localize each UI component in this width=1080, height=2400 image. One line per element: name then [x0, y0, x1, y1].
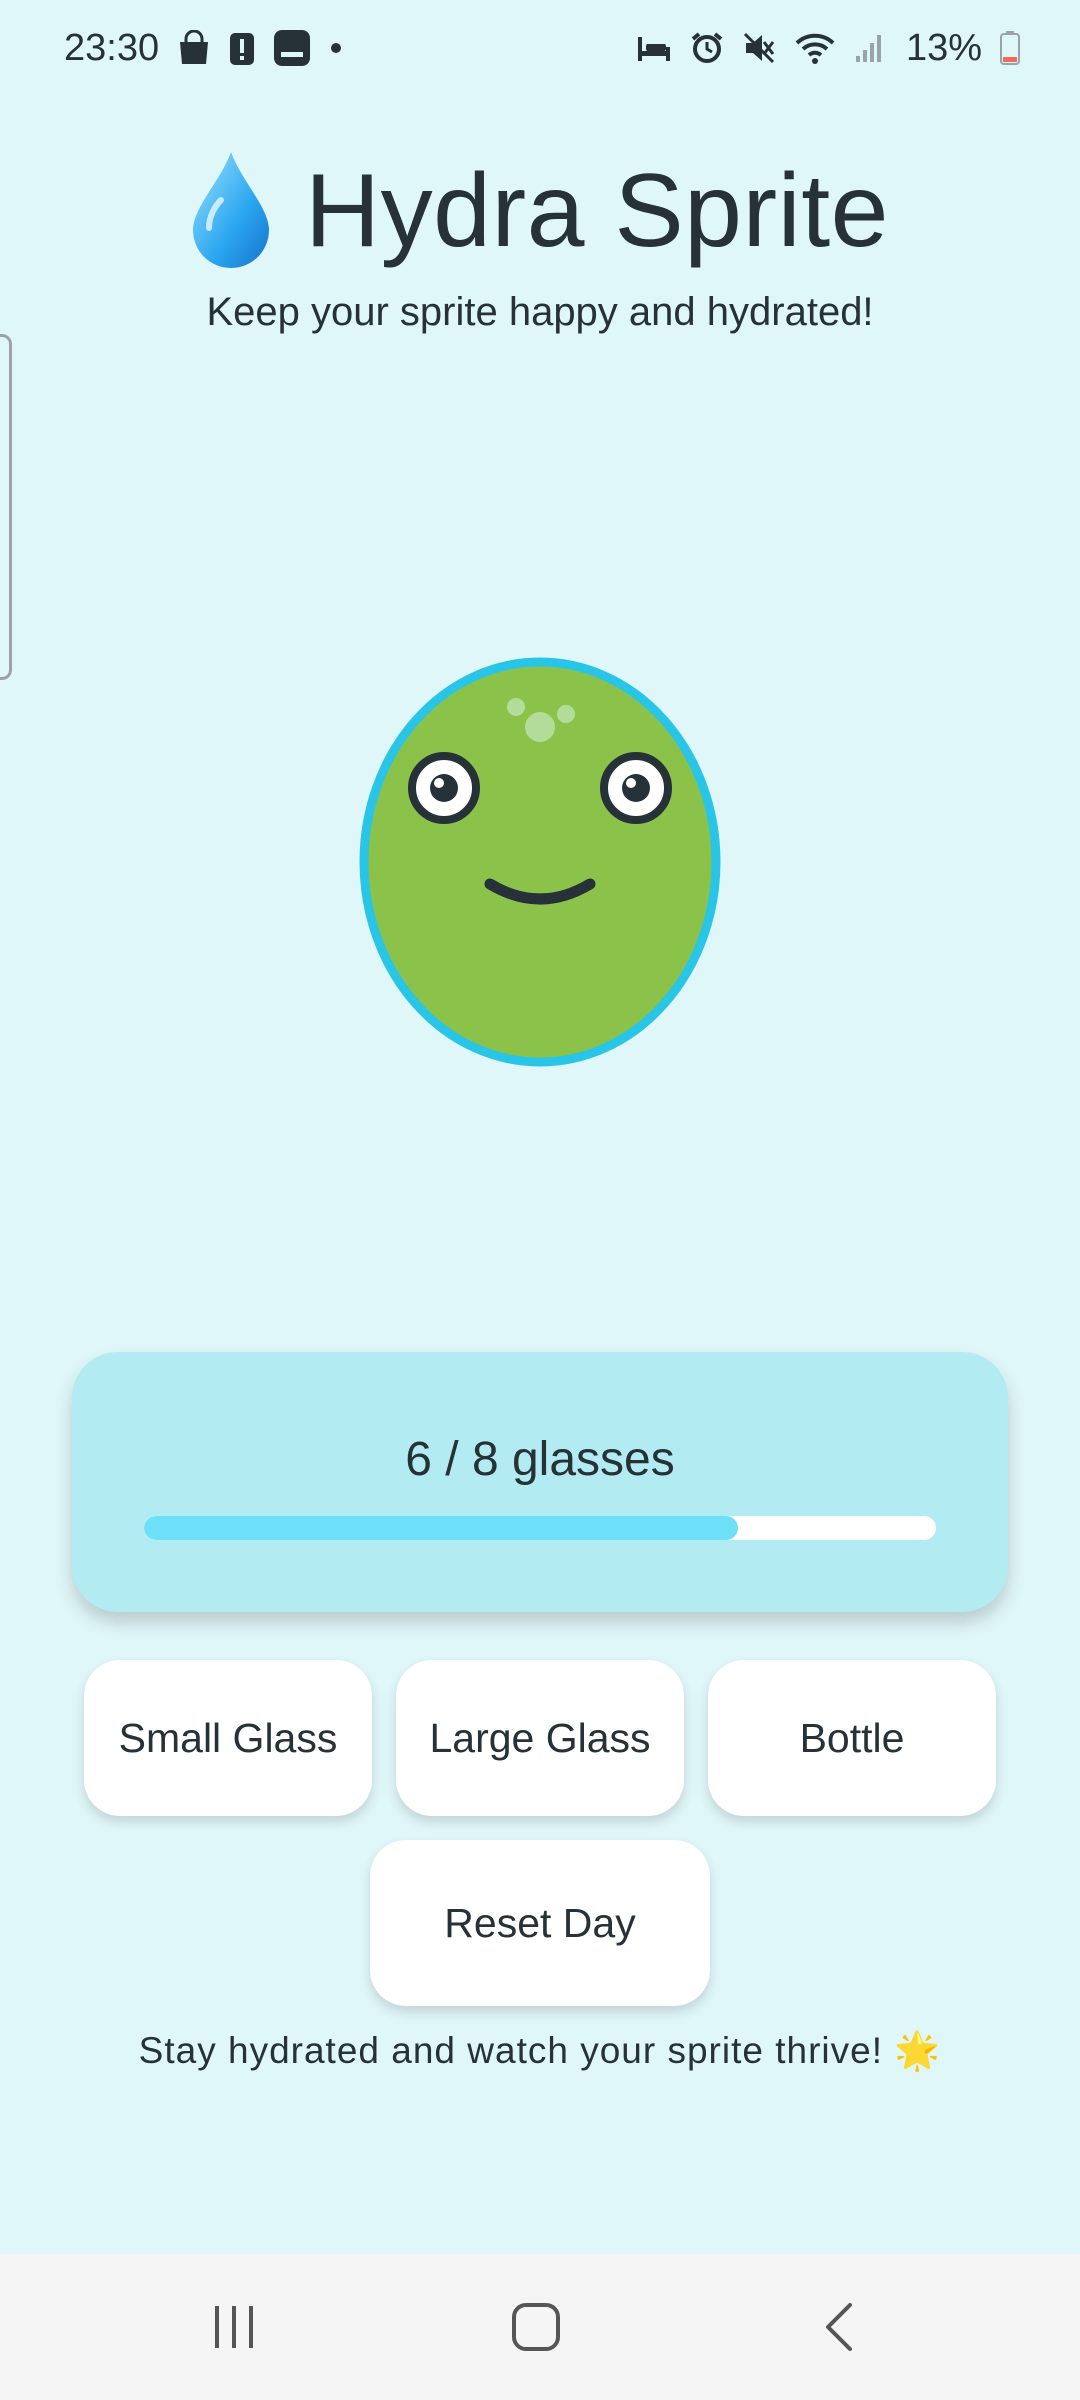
sprite-eye-shine-left	[434, 778, 444, 788]
small-glass-button[interactable]: Small Glass	[84, 1660, 372, 1816]
sprite-bubble	[507, 698, 525, 716]
sprite-bubble	[525, 712, 555, 742]
home-icon[interactable]	[476, 2292, 596, 2362]
progress-label: 6 / 8 glasses	[405, 1433, 675, 1486]
progress-card: 6 / 8 glasses	[72, 1352, 1008, 1612]
navigation-bar	[0, 2254, 1080, 2400]
recent-apps-icon[interactable]	[174, 2292, 294, 2362]
media-icon	[273, 29, 311, 67]
back-icon[interactable]	[780, 2292, 900, 2362]
status-bar: 23:30 13%	[0, 0, 1080, 96]
reset-day-button[interactable]: Reset Day	[370, 1840, 710, 2006]
page-title: Hydra Sprite	[305, 153, 889, 269]
footer-message: Stay hydrated and watch your sprite thri…	[138, 2030, 942, 2071]
progress-bar	[144, 1516, 936, 1540]
sprite-bubble	[557, 705, 575, 723]
shopping-bag-icon	[177, 30, 211, 66]
page-subtitle: Keep your sprite happy and hydrated!	[206, 290, 874, 334]
alert-icon	[229, 30, 255, 66]
bottle-button[interactable]: Bottle	[708, 1660, 996, 1816]
sprite[interactable]	[356, 652, 724, 1068]
battery-icon	[1000, 31, 1020, 65]
large-glass-button[interactable]: Large Glass	[396, 1660, 684, 1816]
wifi-icon	[794, 31, 836, 65]
signal-icon	[854, 32, 884, 64]
dot-icon	[329, 41, 343, 55]
droplet-icon	[191, 150, 271, 273]
app-screen: 23:30 13% Hydra Sprite Keep your sprite …	[0, 0, 1080, 2400]
mute-icon	[742, 31, 776, 65]
sprite-pupil-left	[430, 774, 458, 802]
sprite-eye-shine-right	[626, 778, 636, 788]
status-right: 13%	[636, 27, 1020, 70]
battery-percent: 13%	[905, 26, 982, 69]
edge-panel-handle[interactable]	[0, 334, 12, 680]
status-time: 23:30	[64, 26, 160, 69]
header: Hydra Sprite	[0, 150, 1080, 273]
sprite-pupil-right	[622, 774, 650, 802]
alarm-icon	[690, 31, 724, 65]
bed-icon	[636, 33, 672, 63]
progress-fill	[144, 1516, 738, 1540]
status-left: 23:30	[64, 27, 343, 70]
